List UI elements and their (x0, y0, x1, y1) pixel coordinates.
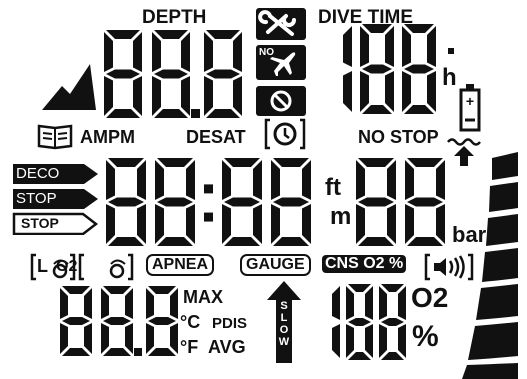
digit-1 (346, 284, 373, 360)
percent-label: % (412, 320, 439, 353)
dive-computer-lcd: DEPTH NO DIVE TIME h + AMPM DESAT NO STO… (0, 0, 527, 379)
digit-2 (379, 284, 406, 360)
digit-0 (332, 286, 340, 358)
bar-graph (462, 152, 518, 379)
